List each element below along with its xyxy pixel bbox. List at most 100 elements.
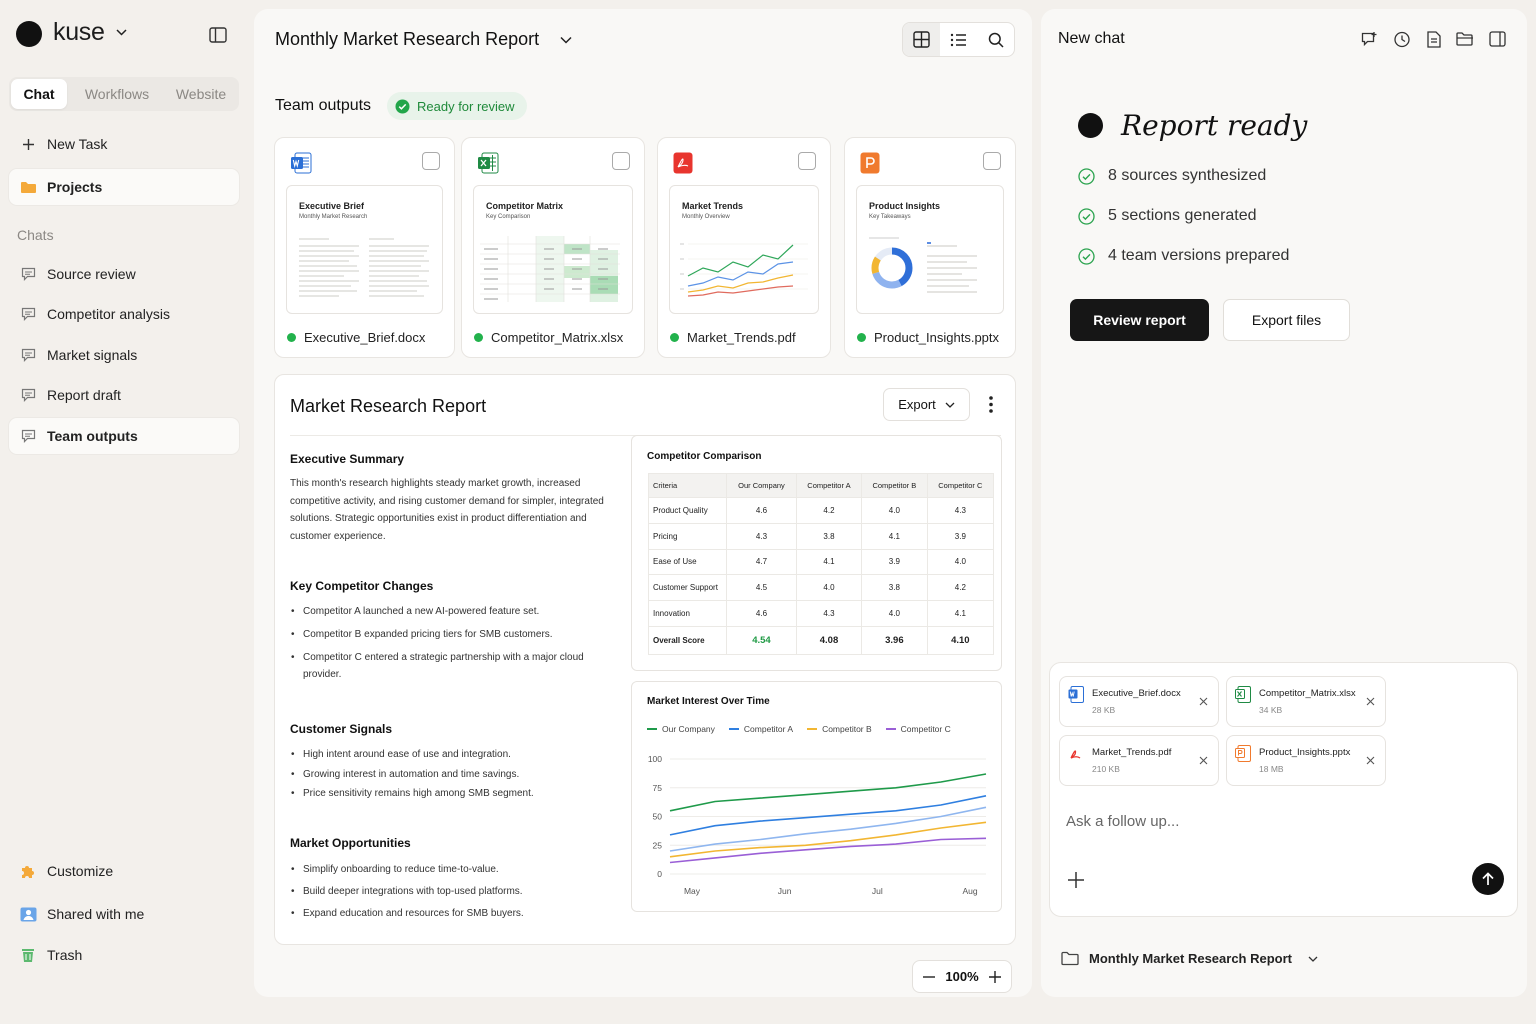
select-checkbox[interactable] <box>983 152 1001 170</box>
file-card-executive-brief[interactable]: Executive Brief Monthly Market Research … <box>274 137 455 358</box>
chat-item-team-outputs[interactable]: Team outputs <box>9 418 239 454</box>
table-row: Product Quality 4.6 4.2 4.0 4.3 <box>648 497 995 524</box>
chat-item-report-draft[interactable]: Report draft <box>9 377 239 413</box>
export-files-button[interactable]: Export files <box>1223 299 1350 341</box>
check-circle-icon <box>1078 167 1095 185</box>
remove-attachment-icon[interactable] <box>1366 697 1375 706</box>
competitor-comparison-box: Competitor Comparison Criteria Our Compa… <box>631 435 1002 671</box>
tab-workflows[interactable]: Workflows <box>77 77 157 111</box>
follow-up-input[interactable]: Ask a follow up... <box>1066 813 1179 830</box>
add-attachment-icon[interactable] <box>1068 872 1084 888</box>
attachment-name: Executive_Brief.docx <box>1092 688 1181 699</box>
brand-name: kuse <box>53 18 105 46</box>
table-header: Criteria <box>648 473 727 498</box>
status-badge-label: Ready for review <box>417 98 515 114</box>
pdf-icon <box>1068 745 1084 762</box>
report-title: Market Research Report <box>290 396 487 416</box>
projects-label: Projects <box>47 179 103 195</box>
chat-item-label: Team outputs <box>47 428 138 444</box>
list-view-icon[interactable] <box>940 23 977 56</box>
review-report-button[interactable]: Review report <box>1070 299 1209 341</box>
title-chevron-down-icon[interactable] <box>560 36 572 44</box>
table-total-row: Overall Score 4.54 4.08 3.96 4.10 <box>648 625 995 655</box>
folder-open-icon[interactable] <box>1456 31 1474 47</box>
table-row: Ease of Use 4.7 4.1 3.9 4.0 <box>648 548 995 576</box>
panel-toggle-icon[interactable] <box>1489 31 1506 47</box>
file-card-competitor-matrix[interactable]: Competitor Matrix Key Comparison Competi… <box>461 137 645 358</box>
sidebar-item-shared[interactable]: Shared with me <box>9 896 239 932</box>
comparison-title: Competitor Comparison <box>647 451 762 462</box>
file-name-label: Product_Insights.pptx <box>874 330 1000 345</box>
status-item-label: 4 team versions prepared <box>1108 247 1290 264</box>
chat-item-source-review[interactable]: Source review <box>9 256 239 292</box>
status-item: 8 sources synthesized <box>1078 167 1266 185</box>
document-icon[interactable] <box>1426 31 1442 48</box>
sidebar-toggle-icon[interactable] <box>209 27 227 43</box>
table-cell-highlight: 4.54 <box>726 625 797 655</box>
exec-summary-heading: Executive Summary <box>290 452 405 466</box>
table-cell: 4.0 <box>926 548 995 576</box>
remove-attachment-icon[interactable] <box>1199 697 1208 706</box>
grid-view-icon[interactable] <box>903 23 940 56</box>
new-chat-icon[interactable] <box>1361 31 1379 48</box>
sidebar-item-customize[interactable]: Customize <box>9 853 239 889</box>
sidebar-item-trash[interactable]: Trash <box>9 937 239 973</box>
table-cell: 4.5 <box>726 574 797 602</box>
table-cell: Ease of Use <box>648 548 727 576</box>
chat-item-market-signals[interactable]: Market signals <box>9 337 239 373</box>
remove-attachment-icon[interactable] <box>1199 756 1208 765</box>
send-button[interactable] <box>1472 863 1504 895</box>
attachment-chip[interactable]: Product_Insights.pptx 18 MB <box>1226 735 1386 786</box>
status-item-label: 8 sources synthesized <box>1108 167 1267 184</box>
tab-website[interactable]: Website <box>165 77 237 111</box>
workspace-chevron-down-icon[interactable] <box>116 29 127 36</box>
table-cell: 3.9 <box>861 548 928 576</box>
chat-item-competitor-analysis[interactable]: Competitor analysis <box>9 296 239 332</box>
file-thumbnail: Market Trends Monthly Overview <box>669 185 819 314</box>
search-icon[interactable] <box>977 23 1014 56</box>
table-cell: 4.3 <box>726 522 797 550</box>
thumbnail-subtitle: Key Takeaways <box>869 214 911 220</box>
status-item: 5 sections generated <box>1078 207 1257 225</box>
attachment-chip[interactable]: Competitor_Matrix.xlsx 34 KB <box>1226 676 1386 727</box>
y-tick-label: 0 <box>657 869 662 879</box>
assistant-avatar <box>1078 113 1103 138</box>
select-checkbox[interactable] <box>422 152 440 170</box>
thumbnail-title: Competitor Matrix <box>486 201 564 211</box>
attachment-chip[interactable]: Executive_Brief.docx 28 KB <box>1059 676 1219 727</box>
thumbnail-title: Executive Brief <box>299 201 365 211</box>
zoom-in-icon[interactable] <box>989 970 1001 983</box>
table-header: Competitor A <box>795 473 863 498</box>
table-cell: 4.6 <box>726 497 797 524</box>
file-name: Market_Trends.pdf <box>670 330 796 345</box>
attachment-chip[interactable]: Market_Trends.pdf 210 KB <box>1059 735 1219 786</box>
plus-icon <box>9 138 47 151</box>
file-thumbnail: Competitor Matrix Key Comparison <box>473 185 633 314</box>
check-circle-icon <box>1078 247 1095 265</box>
chat-panel: New chat Report ready 8 sources synthesi… <box>1041 9 1527 997</box>
file-name-label: Executive_Brief.docx <box>304 330 426 345</box>
brand-logo <box>16 21 42 47</box>
history-icon[interactable] <box>1393 31 1411 48</box>
chat-item-label: Competitor analysis <box>47 306 170 322</box>
export-button[interactable]: Export <box>883 388 970 421</box>
sidebar-item-projects[interactable]: Projects <box>9 169 239 205</box>
file-card-market-trends[interactable]: Market Trends Monthly Overview Market_Tr… <box>657 137 831 358</box>
select-checkbox[interactable] <box>798 152 816 170</box>
trash-label: Trash <box>47 947 83 963</box>
list-item: High intent around ease of use and integ… <box>290 745 620 765</box>
more-options-icon[interactable] <box>989 396 993 413</box>
zoom-out-icon[interactable] <box>923 975 935 978</box>
file-name-label: Competitor_Matrix.xlsx <box>491 330 624 345</box>
new-task-button[interactable]: New Task <box>9 126 239 162</box>
status-title: Report ready <box>1121 109 1308 142</box>
chat-item-label: Source review <box>47 266 136 282</box>
project-selector[interactable]: Monthly Market Research Report <box>1061 951 1318 966</box>
select-checkbox[interactable] <box>612 152 630 170</box>
tab-chat[interactable]: Chat <box>11 79 67 109</box>
table-cell: 4.08 <box>795 625 863 655</box>
remove-attachment-icon[interactable] <box>1366 756 1375 765</box>
competitor-changes-heading: Key Competitor Changes <box>290 579 434 593</box>
file-card-product-insights[interactable]: Product Insights Key Takeaways Product_I… <box>844 137 1016 358</box>
customer-signals-heading: Customer Signals <box>290 722 393 736</box>
